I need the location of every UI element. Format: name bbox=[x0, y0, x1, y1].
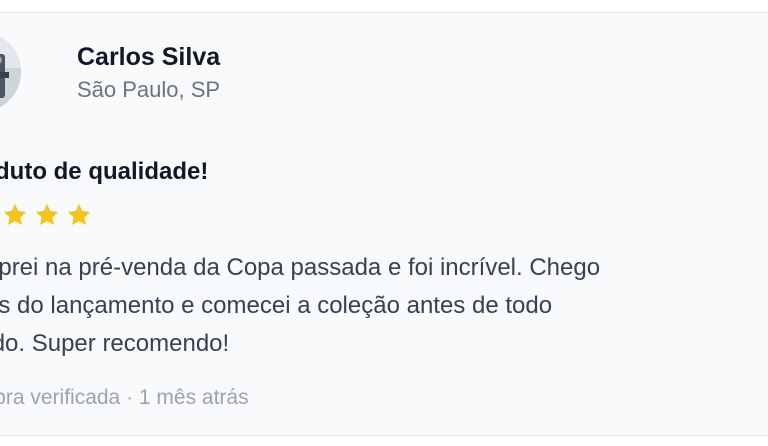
author-name: Carlos Silva bbox=[77, 43, 221, 71]
star-icon bbox=[35, 203, 59, 226]
avatar bbox=[0, 32, 21, 112]
star-rating bbox=[0, 201, 93, 229]
review-card: Carlos Silva São Paulo, SP roduto de qua… bbox=[0, 12, 768, 436]
review-body-line: omprei na pré-venda da Copa passada e fo… bbox=[0, 254, 601, 281]
review-title: roduto de qualidade! bbox=[0, 158, 209, 185]
star-icon bbox=[3, 203, 27, 226]
author-location: São Paulo, SP bbox=[77, 77, 221, 102]
review-body: omprei na pré-venda da Copa passada e fo… bbox=[0, 249, 765, 363]
review-body-line: ntes do lançamento e comecei a coleção a… bbox=[0, 292, 553, 319]
star-icon bbox=[67, 203, 91, 226]
author-block: Carlos Silva São Paulo, SP bbox=[77, 41, 220, 105]
review-body-line: undo. Super recomendo! bbox=[0, 330, 230, 357]
review-meta: ompra verificada · 1 mês atrás bbox=[0, 386, 249, 409]
